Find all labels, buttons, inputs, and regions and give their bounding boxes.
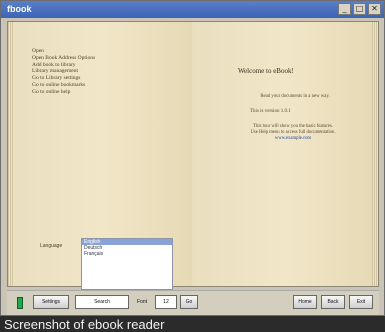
left-page-edge xyxy=(8,22,14,286)
home-button[interactable]: Home xyxy=(293,295,317,309)
caption-strip: Screenshot of ebook reader xyxy=(0,316,385,332)
font-label: Font xyxy=(137,299,148,305)
bottom-toolbar: Settings Search Font 12 Go Home Back Exi… xyxy=(7,290,379,315)
status-indicator-icon xyxy=(17,297,23,309)
menu-item-online-help[interactable]: Go to online help xyxy=(32,89,95,96)
search-input[interactable]: Search xyxy=(75,295,129,309)
right-page xyxy=(192,22,378,286)
minimize-button[interactable]: _ xyxy=(338,3,351,15)
tour-text: This tour will show you the basic featur… xyxy=(218,124,368,142)
tour-link[interactable]: www.example.com xyxy=(218,136,368,142)
start-menu: Open Open Book Address Options Add book … xyxy=(32,48,95,96)
menu-item-online-bookmarks[interactable]: Go to online bookmarks xyxy=(32,82,95,89)
maximize-button[interactable]: □ xyxy=(353,3,366,15)
settings-button[interactable]: Settings xyxy=(33,295,69,309)
menu-item-address-options[interactable]: Open Book Address Options xyxy=(32,55,95,62)
right-page-edge xyxy=(372,22,378,286)
left-page: Open Open Book Address Options Add book … xyxy=(8,22,194,290)
menu-item-open[interactable]: Open xyxy=(32,48,95,55)
font-size-input[interactable]: 12 xyxy=(155,295,177,309)
app-window: fbook _ □ ✕ Open Open Book Address Optio… xyxy=(0,0,385,316)
title-bar[interactable]: fbook _ □ ✕ xyxy=(1,1,384,18)
caption-text: Screenshot of ebook reader xyxy=(4,317,165,332)
language-list[interactable]: English Deutsch Français xyxy=(81,238,173,290)
close-button[interactable]: ✕ xyxy=(368,3,381,15)
menu-item-add-library[interactable]: Add book to library xyxy=(32,62,95,69)
exit-button[interactable]: Exit xyxy=(349,295,373,309)
language-option-francais[interactable]: Français xyxy=(82,251,172,257)
window-title: fbook xyxy=(7,4,32,14)
welcome-intro: Read your documents in a new way. xyxy=(260,94,330,99)
menu-item-library-settings[interactable]: Go to Library settings xyxy=(32,75,95,82)
language-label: Language xyxy=(40,243,63,249)
version-text: This is version 1.0.1 xyxy=(250,109,291,114)
go-button[interactable]: Go xyxy=(180,295,198,309)
back-button[interactable]: Back xyxy=(321,295,345,309)
welcome-title: Welcome to eBook! xyxy=(238,67,294,75)
book-view: Open Open Book Address Options Add book … xyxy=(7,21,379,290)
menu-item-library-management[interactable]: Library management xyxy=(32,68,95,75)
window-controls: _ □ ✕ xyxy=(338,3,381,15)
